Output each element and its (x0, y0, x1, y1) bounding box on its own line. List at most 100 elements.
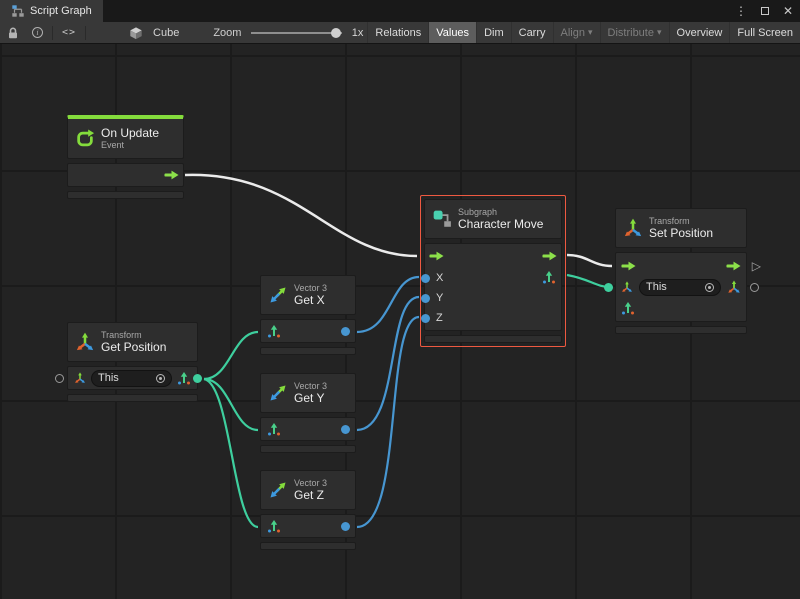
this-input-port[interactable] (604, 283, 613, 292)
node-header: Vector 3 Get X (260, 275, 356, 315)
node-header: Vector 3 Get Z (260, 470, 356, 510)
value-output-port[interactable] (193, 374, 202, 383)
unconnected-flow-port[interactable]: ▷ (752, 260, 761, 272)
window-menu-button[interactable]: ⋮ (728, 0, 754, 22)
zoom-value: 1x (348, 27, 368, 39)
value-row (616, 298, 746, 318)
selection-outline: Subgraph Character Move X Y Z (420, 195, 566, 347)
unconnected-value-port[interactable] (750, 283, 759, 292)
node-footer (260, 542, 356, 550)
float-output-port[interactable] (341, 522, 350, 531)
node-header: On Update Event (67, 115, 184, 159)
chevron-down-icon: ▾ (588, 27, 593, 38)
node-get-y[interactable]: Vector 3 Get Y (260, 373, 356, 453)
node-get-position[interactable]: Transform Get Position This (67, 322, 198, 402)
node-footer (260, 445, 356, 453)
x-input-port[interactable] (421, 274, 430, 283)
window-controls: ⋮ ✕ (728, 0, 800, 22)
tab-bar-spacer (103, 0, 728, 22)
node-footer (260, 347, 356, 355)
node-title: Get X (294, 294, 327, 307)
transform-icon (623, 218, 643, 238)
toolbar-separator (52, 26, 53, 40)
node-get-x[interactable]: Vector 3 Get X (260, 275, 356, 355)
vector3-output-port-icon[interactable] (542, 270, 556, 284)
align-button[interactable]: Align ▾ (553, 22, 600, 43)
this-field-value: This (646, 281, 667, 293)
wire-float-getz-to-charactermove-z[interactable] (357, 317, 419, 527)
float-output-port[interactable] (341, 327, 350, 336)
wire-flow-onupdate-to-charactermove[interactable] (185, 175, 417, 256)
tab-script-graph[interactable]: Script Graph (0, 0, 103, 22)
wire-flow-charactermove-to-setposition[interactable] (567, 255, 612, 266)
subgraph-icon (432, 209, 452, 229)
vector3-type-icon (177, 371, 191, 385)
this-object-field[interactable]: This (639, 279, 721, 296)
wire-vector-getposition-to-getz[interactable] (204, 379, 258, 527)
distribute-label: Distribute (608, 27, 654, 39)
window-close-button[interactable]: ✕ (776, 0, 800, 22)
y-input-port[interactable] (421, 294, 430, 303)
script-graph-icon (11, 4, 25, 18)
vector3-input-icon[interactable] (621, 301, 635, 315)
object-picker-icon[interactable] (705, 283, 714, 292)
wire-float-gety-to-charactermove-y[interactable] (357, 297, 419, 430)
node-title: Character Move (458, 218, 543, 231)
code-view-button[interactable]: <> (56, 22, 82, 43)
flow-input-port[interactable] (429, 251, 444, 261)
node-character-move[interactable]: Subgraph Character Move X Y Z (424, 199, 562, 343)
transform-output-icon[interactable] (727, 280, 741, 294)
window-tab-bar: Script Graph ⋮ ✕ (0, 0, 800, 22)
zoom-slider[interactable] (251, 26, 341, 40)
this-object-field[interactable]: This (91, 370, 172, 387)
node-on-update[interactable]: On Update Event (67, 115, 184, 199)
vector3-icon (268, 383, 288, 403)
zoom-label: Zoom (209, 27, 245, 39)
info-icon: i (32, 27, 43, 38)
relations-button[interactable]: Relations (367, 22, 428, 43)
flow-row (616, 256, 746, 276)
graph-toolbar: i <> Cube Zoom 1x Relations Values Dim C… (0, 22, 800, 44)
node-title: Set Position (649, 227, 713, 240)
vector3-input-icon[interactable] (267, 324, 281, 338)
transform-type-icon (621, 281, 633, 293)
node-get-z[interactable]: Vector 3 Get Z (260, 470, 356, 550)
toolbar-separator (85, 26, 86, 40)
wire-vector-getposition-to-getx[interactable] (204, 332, 258, 379)
flow-output-port[interactable] (164, 170, 179, 180)
lock-button[interactable] (0, 22, 26, 43)
values-button[interactable]: Values (428, 22, 476, 43)
vector3-input-icon[interactable] (267, 519, 281, 533)
flow-output-port[interactable] (542, 251, 557, 261)
flow-output-port[interactable] (726, 261, 741, 271)
zoom-slider-track (251, 32, 341, 34)
node-set-position[interactable]: Transform Set Position This ▷ (615, 208, 747, 334)
graph-canvas[interactable]: On Update Event Transform Get Position T… (0, 44, 800, 599)
this-row: This (616, 276, 746, 298)
port-label-x: X (436, 272, 443, 284)
target-object-label[interactable]: Cube (149, 27, 183, 39)
full-screen-button[interactable]: Full Screen (729, 22, 800, 43)
carry-button[interactable]: Carry (511, 22, 553, 43)
flow-input-port[interactable] (621, 261, 636, 271)
node-header: Subgraph Character Move (424, 199, 562, 239)
node-title: Get Z (294, 489, 327, 502)
info-button[interactable]: i (26, 22, 49, 43)
zoom-slider-knob[interactable] (331, 28, 341, 38)
z-input-port[interactable] (421, 314, 430, 323)
node-port-row (67, 163, 184, 187)
node-footer (67, 191, 184, 199)
this-input-port[interactable] (55, 374, 64, 383)
dim-button[interactable]: Dim (476, 22, 511, 43)
node-port-block: This ▷ (615, 252, 747, 322)
node-port-row (260, 319, 356, 343)
this-field-value: This (98, 372, 119, 384)
object-picker-icon[interactable] (156, 374, 165, 383)
overview-button[interactable]: Overview (669, 22, 730, 43)
vector3-input-icon[interactable] (267, 422, 281, 436)
transform-type-icon (74, 372, 86, 384)
node-header: Vector 3 Get Y (260, 373, 356, 413)
window-maximize-button[interactable] (754, 0, 776, 22)
float-output-port[interactable] (341, 425, 350, 434)
distribute-button[interactable]: Distribute ▾ (600, 22, 669, 43)
